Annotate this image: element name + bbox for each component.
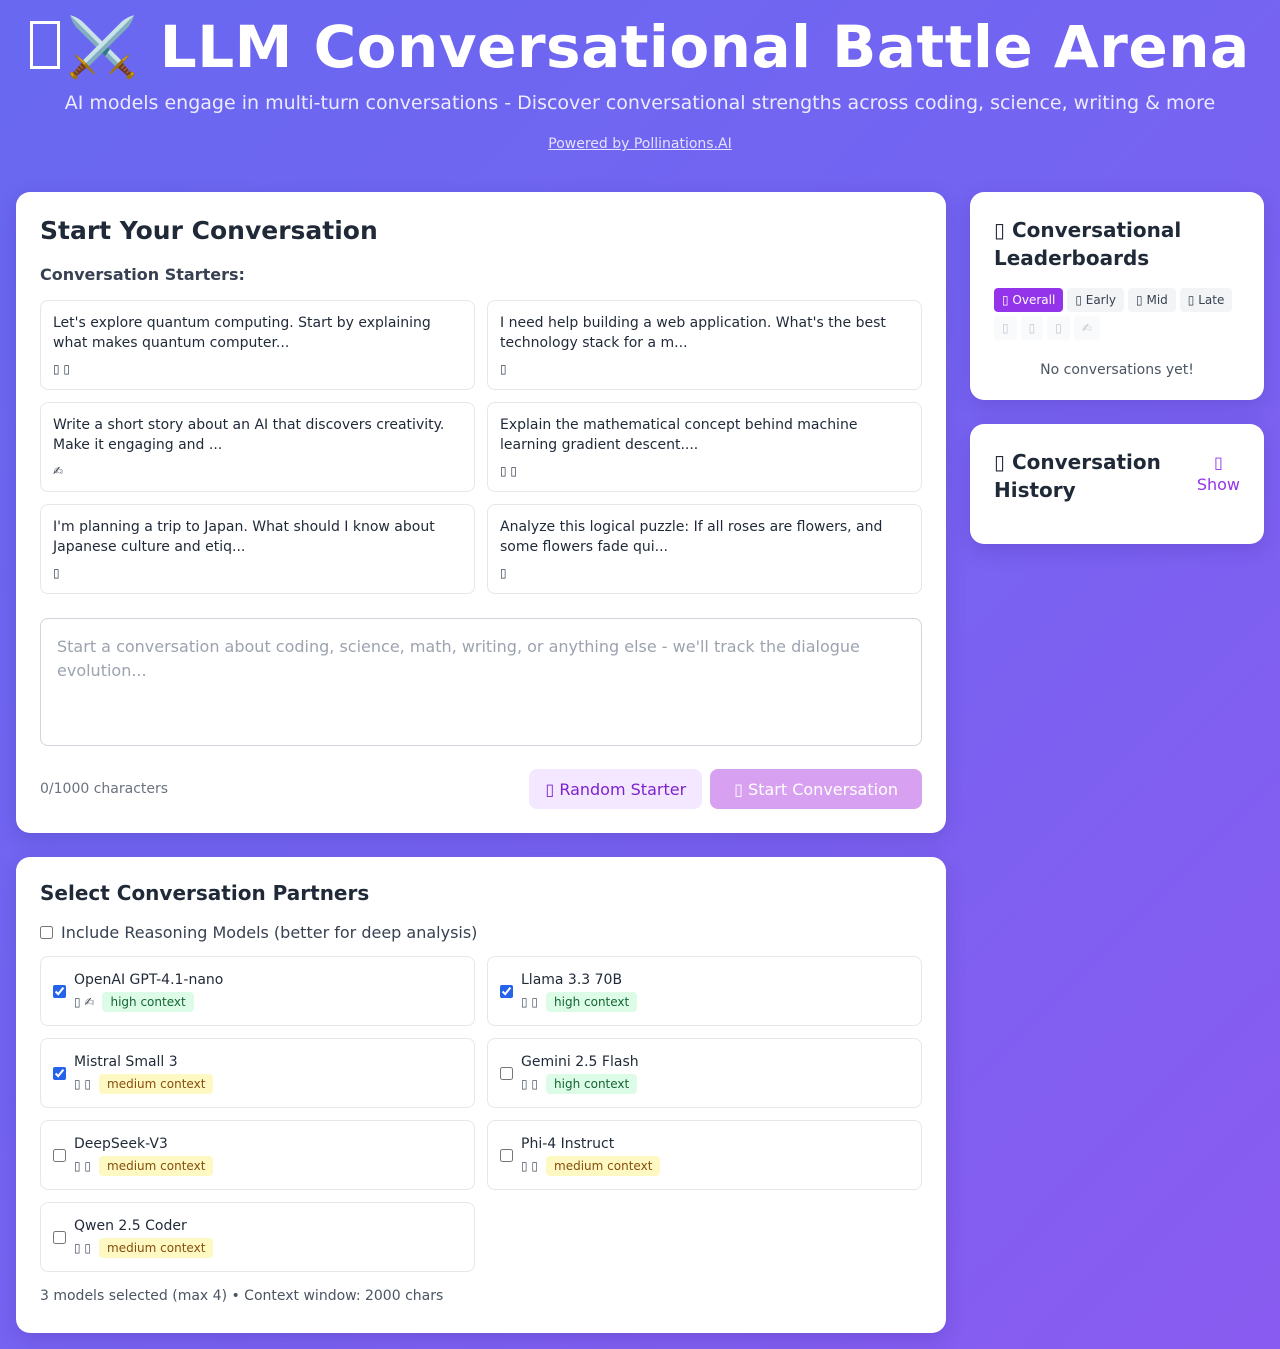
starter-card-item[interactable]: Analyze this logical puzzle: If all rose… — [487, 504, 922, 594]
page-subtitle: AI models engage in multi-turn conversat… — [64, 92, 1216, 114]
model-capability-icons: ▯ ▯ — [521, 1158, 539, 1173]
starter-card-item[interactable]: I need help building a web application. … — [487, 300, 922, 390]
leaderboard-tabs: ▯ Overall ▯ Early ▯ Mid ▯ Late ▯ ▯ ▯ ✍ — [994, 288, 1240, 340]
swords-icon — [30, 21, 61, 69]
starters-label: Conversation Starters: — [40, 265, 245, 284]
leaderboard-card: ▯ Conversational Leaderboards ▯ Overall … — [970, 192, 1264, 400]
tab-mid[interactable]: ▯ Mid — [1128, 288, 1176, 312]
starter-grid: Let's explore quantum computing. Start b… — [40, 300, 922, 594]
model-option-mistral-small-3[interactable]: Mistral Small 3 ▯ ▯ medium context — [40, 1038, 475, 1108]
history-title: ▯ Conversation History — [994, 450, 1161, 502]
toggle-icon: ▯ — [1214, 453, 1223, 472]
starter-icons: ✍ — [53, 464, 64, 478]
starter-icons: ▯ — [500, 362, 507, 376]
conversation-prompt-input[interactable]: Start a conversation about coding, scien… — [40, 618, 922, 746]
model-capability-icons: ▯ ▯ — [521, 994, 539, 1009]
context-badge: medium context — [99, 1237, 214, 1258]
model-option-qwen-2-5-coder[interactable]: Qwen 2.5 Coder ▯ ▯ medium context — [40, 1202, 475, 1272]
show-history-button[interactable]: ▯ Show — [1197, 452, 1240, 496]
context-badge: high context — [546, 1073, 638, 1094]
prompt-action-row: 0/1000 characters ▯ Random Starter ▯ Sta… — [40, 769, 922, 809]
leaderboard-title: ▯ Conversational Leaderboards — [994, 218, 1182, 270]
context-badge: medium context — [546, 1155, 661, 1176]
selection-summary: 3 models selected (max 4) • Context wind… — [40, 1288, 444, 1304]
leaderboard-empty-state: No conversations yet! — [1040, 362, 1194, 378]
page-title: ⚔️ LLM Conversational Battle Arena — [0, 14, 1280, 80]
model-checkbox[interactable] — [53, 1230, 66, 1244]
tab-category-1[interactable]: ▯ — [994, 316, 1017, 340]
model-checkbox[interactable] — [500, 1066, 513, 1080]
starter-card-item[interactable]: I'm planning a trip to Japan. What shoul… — [40, 504, 475, 594]
model-checkbox[interactable] — [53, 1066, 66, 1080]
model-option-gpt-4-1-nano[interactable]: OpenAI GPT-4.1-nano ▯ ✍ high context — [40, 956, 475, 1026]
starter-icons: ▯ — [53, 566, 60, 580]
context-badge: medium context — [99, 1155, 214, 1176]
tab-early[interactable]: ▯ Early — [1067, 288, 1125, 312]
tab-late[interactable]: ▯ Late — [1179, 288, 1233, 312]
conversation-partners-card: Select Conversation Partners Include Rea… — [16, 857, 946, 1333]
model-option-gemini-2-5-flash[interactable]: Gemini 2.5 Flash ▯ ▯ high context — [487, 1038, 922, 1108]
starter-icons: ▯ ▯ — [500, 464, 518, 478]
model-grid: OpenAI GPT-4.1-nano ▯ ✍ high context Llam… — [40, 956, 922, 1272]
tab-category-2[interactable]: ▯ — [1020, 316, 1044, 340]
tab-category-writing[interactable]: ✍ — [1073, 316, 1100, 340]
model-checkbox[interactable] — [53, 1148, 66, 1162]
starter-card-item[interactable]: Write a short story about an AI that dis… — [40, 402, 475, 492]
model-checkbox[interactable] — [53, 984, 66, 998]
tab-overall[interactable]: ▯ Overall — [994, 288, 1064, 312]
start-conversation-button[interactable]: ▯ Start Conversation — [710, 769, 922, 809]
starter-card-item[interactable]: Explain the mathematical concept behind … — [487, 402, 922, 492]
context-badge: high context — [102, 991, 194, 1012]
model-option-llama-3-3-70b[interactable]: Llama 3.3 70B ▯ ▯ high context — [487, 956, 922, 1026]
reasoning-models-toggle[interactable]: Include Reasoning Models (better for dee… — [40, 923, 922, 942]
model-capability-icons: ▯ ✍ — [74, 994, 95, 1009]
model-option-phi-4-instruct[interactable]: Phi-4 Instruct ▯ ▯ medium context — [487, 1120, 922, 1190]
model-capability-icons: ▯ ▯ — [74, 1240, 92, 1255]
start-conversation-card: Start Your Conversation Conversation Sta… — [16, 192, 946, 833]
model-capability-icons: ▯ ▯ — [521, 1076, 539, 1091]
model-option-deepseek-v3[interactable]: DeepSeek-V3 ▯ ▯ medium context — [40, 1120, 475, 1190]
random-starter-button[interactable]: ▯ Random Starter — [529, 769, 703, 809]
partners-title: Select Conversation Partners — [40, 881, 370, 905]
history-card: ▯ Conversation History ▯ Show — [970, 424, 1264, 544]
reasoning-models-checkbox[interactable] — [40, 926, 53, 939]
character-count: 0/1000 characters — [40, 781, 169, 797]
page-header: ⚔️ LLM Conversational Battle Arena AI mo… — [0, 0, 1280, 152]
start-conversation-title: Start Your Conversation — [40, 216, 378, 245]
model-capability-icons: ▯ ▯ — [74, 1076, 92, 1091]
starter-icons: ▯ — [500, 566, 507, 580]
context-badge: medium context — [99, 1073, 214, 1094]
tab-category-3[interactable]: ▯ — [1047, 316, 1070, 340]
starter-icons: ▯ ▯ — [53, 362, 71, 376]
model-capability-icons: ▯ ▯ — [74, 1158, 92, 1173]
powered-by-link[interactable]: Powered by Pollinations.AI — [548, 136, 732, 152]
starter-card-item[interactable]: Let's explore quantum computing. Start b… — [40, 300, 475, 390]
context-badge: high context — [546, 991, 638, 1012]
model-checkbox[interactable] — [500, 984, 513, 998]
model-checkbox[interactable] — [500, 1148, 513, 1162]
